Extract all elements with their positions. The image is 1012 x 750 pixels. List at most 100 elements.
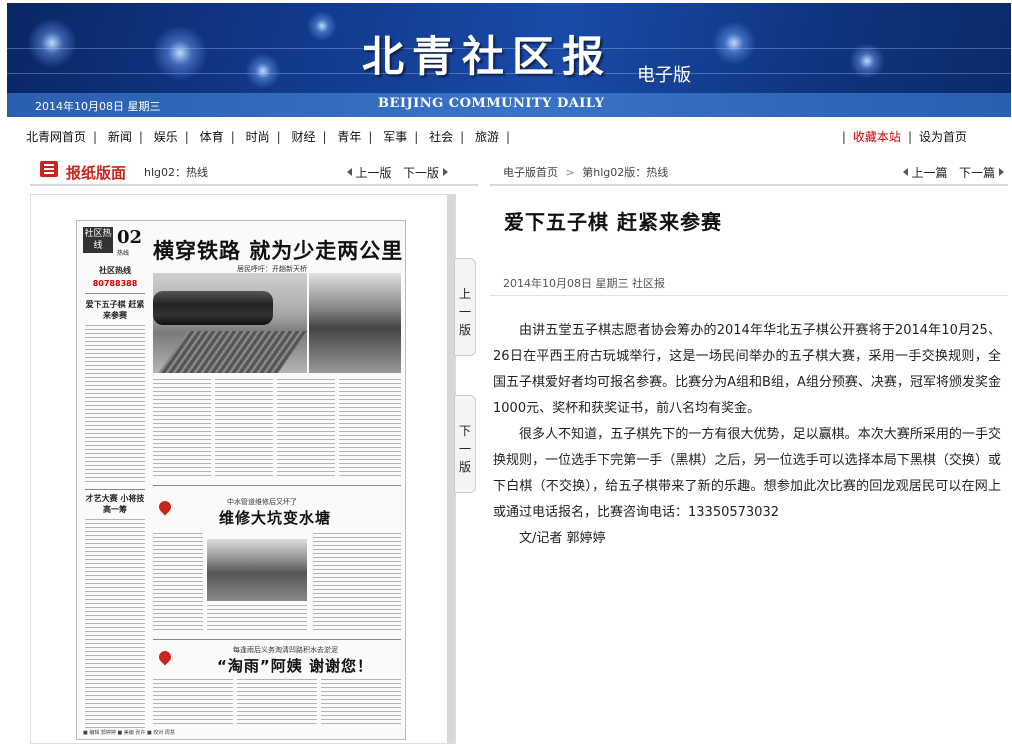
divider: [153, 485, 401, 486]
hotline-number: 80788388: [92, 279, 138, 288]
text-column: [313, 533, 401, 633]
arrow-right-icon: [999, 168, 1004, 176]
pond-photo: [207, 539, 307, 601]
page-version: hlg02：热线: [144, 166, 209, 179]
light-glow: [712, 21, 756, 65]
text-column: [153, 533, 203, 633]
set-homepage-link[interactable]: 设为首页: [919, 130, 967, 144]
article-meta: 2014年10月08日 星期三 社区报: [490, 266, 1008, 296]
text-column: [153, 379, 211, 479]
article-title: 爱下五子棋 赶紧来参赛: [504, 210, 722, 234]
breadcrumb: 电子版首页 > 第hlg02版：热线: [503, 164, 668, 180]
nav-society[interactable]: 社会: [428, 128, 454, 145]
light-glow: [307, 11, 337, 41]
text-column: [85, 519, 145, 729]
article-panel-header: 电子版首页 > 第hlg02版：热线 上一篇 下一篇: [490, 155, 1008, 186]
text-column: [321, 679, 401, 727]
nav-travel[interactable]: 旅游: [474, 128, 500, 145]
side-next-label: 下一版: [459, 424, 472, 474]
utility-nav: | 收藏本站 | 设为首页: [835, 128, 967, 145]
nav-separator: |: [506, 130, 511, 144]
headline-3-sub: 每逢雨后义务淘清凹路积水去淤泥: [233, 646, 338, 654]
nav-fashion[interactable]: 时尚: [245, 128, 271, 145]
text-column: [207, 605, 307, 633]
article-paragraph: 很多人不知道，五子棋先下的一方有很大优势，足以赢棋。本次大赛所采用的一手交换规则…: [493, 427, 1001, 520]
text-column: [237, 679, 317, 727]
nav-separator: |: [322, 130, 327, 144]
rail-track: [158, 331, 308, 373]
text-column: [215, 379, 273, 479]
location-pin-icon: [156, 648, 174, 666]
english-name: BEIJING COMMUNITY DAILY: [378, 96, 605, 111]
text-column: [85, 325, 145, 485]
side-prev-label: 上一版: [459, 287, 472, 337]
page-nav: 上一版 下一版: [346, 164, 448, 181]
text-column: [339, 379, 401, 479]
nav-finance[interactable]: 财经: [290, 128, 316, 145]
edition-label: 电子版: [637, 65, 691, 86]
nav-separator: |: [368, 130, 373, 144]
divider: [85, 293, 145, 294]
side-story2-title[interactable]: 才艺大赛 小将技高一筹: [85, 493, 145, 515]
section-tag: 社区热线: [83, 227, 113, 253]
arrow-left-icon: [902, 168, 908, 176]
nav-separator: |: [230, 130, 235, 144]
light-glow: [245, 53, 281, 89]
page-number: 02 热线: [117, 227, 142, 257]
favorite-link[interactable]: 收藏本站: [853, 130, 901, 144]
prev-page-link[interactable]: 上一版: [356, 166, 392, 180]
nav-separator: |: [93, 130, 98, 144]
nav-entertainment[interactable]: 娱乐: [153, 128, 179, 145]
prev-article-link[interactable]: 上一篇: [912, 166, 948, 180]
nav-sports[interactable]: 体育: [199, 128, 225, 145]
nav-separator: |: [460, 130, 465, 144]
article-byline: 文/记者 郭婷婷: [519, 531, 606, 546]
headline-rain-auntie[interactable]: “淘雨”阿姨 谢谢您！: [217, 655, 373, 676]
article-meta-text: 2014年10月08日 星期三 社区报: [503, 277, 665, 290]
nav-separator: |: [907, 130, 912, 144]
next-article-link[interactable]: 下一篇: [959, 166, 995, 180]
text-column: [153, 679, 233, 727]
article-paragraph: 由讲五堂五子棋志愿者协会筹办的2014年华北五子棋公开赛将于2014年10月25…: [493, 323, 1001, 416]
nav-youth[interactable]: 青年: [336, 128, 362, 145]
headline-repair-pit[interactable]: 维修大坑变水塘: [219, 507, 331, 528]
page-number-value: 02: [117, 227, 143, 248]
breadcrumb-home[interactable]: 电子版首页: [503, 166, 558, 179]
nav-news[interactable]: 新闻: [107, 128, 133, 145]
railway-photo: [153, 273, 308, 373]
divider: [85, 489, 145, 490]
headline-railway[interactable]: 横穿铁路 就为少走两公里: [153, 235, 403, 265]
nav-separator: |: [276, 130, 281, 144]
nav-military[interactable]: 军事: [382, 128, 408, 145]
divider: [153, 639, 401, 640]
arrow-left-icon: [346, 168, 352, 176]
breadcrumb-chevron-icon: >: [565, 166, 575, 179]
next-page-link[interactable]: 下一版: [403, 166, 439, 180]
page: { "header": { "logo_text": "北青社区报", "edi…: [0, 0, 1012, 750]
nav-separator: |: [414, 130, 419, 144]
breadcrumb-page[interactable]: 第hlg02版：热线: [582, 166, 668, 179]
side-next-page-button[interactable]: 下一版: [454, 395, 476, 493]
text-column: [277, 379, 335, 479]
page-footer: ■ 编辑 郭婷婷 ■ 美编 张卉 ■ 校对 周慧: [83, 730, 175, 736]
page-number-sub: 热线: [117, 250, 130, 257]
date-bar: 2014年10月08日 星期三 BEIJING COMMUNITY DAILY: [7, 93, 1011, 117]
location-pin-icon: [156, 498, 174, 516]
nav-separator: |: [184, 130, 189, 144]
tank-car: [153, 291, 273, 325]
article-body: 由讲五堂五子棋志愿者协会筹办的2014年华北五子棋公开赛将于2014年10月25…: [493, 318, 1001, 552]
street-photo: [309, 273, 401, 373]
main-nav: 北青网首页 | 新闻 | 娱乐 | 体育 | 时尚 | 财经 | 青年 | 军事 | 社会 | 旅…: [25, 128, 516, 145]
newspaper-icon: [40, 161, 58, 177]
light-glow: [27, 18, 77, 68]
side-story-title[interactable]: 爱下五子棋 赶紧来参赛: [85, 299, 145, 321]
arrow-right-icon: [443, 168, 448, 176]
headline-2-sub: 中水管道维修后又坏了: [227, 498, 297, 506]
site-logo[interactable]: 北青社区报: [362, 23, 612, 84]
nav-separator: |: [841, 130, 846, 144]
nav-home[interactable]: 北青网首页: [25, 128, 87, 145]
side-prev-page-button[interactable]: 上一版: [454, 258, 476, 356]
newspaper-page-image[interactable]: 社区热线 02 热线 横穿铁路 就为少走两公里 居民呼吁：开趟新天桥 社区热线 8…: [76, 220, 406, 740]
paper-panel-title: 报纸版面: [66, 164, 127, 182]
nav-separator: |: [138, 130, 143, 144]
